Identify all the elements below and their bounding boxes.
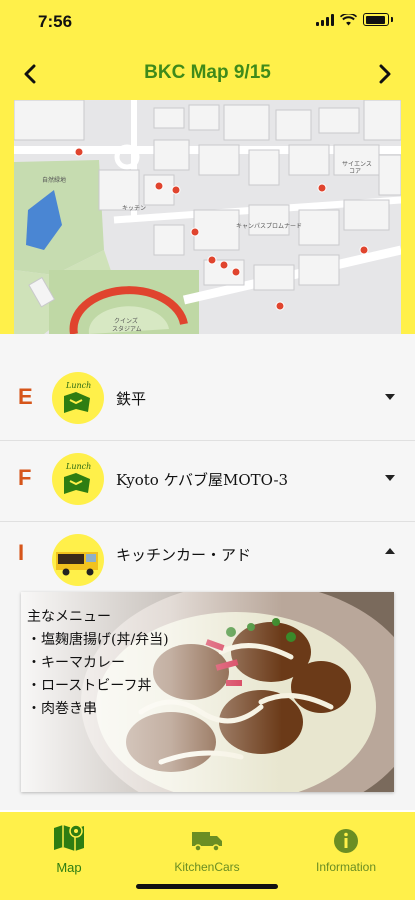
chevron-right-icon <box>379 64 391 84</box>
svg-text:スタジアム: スタジアム <box>112 325 142 333</box>
row-letter: I <box>18 540 25 565</box>
campus-map[interactable]: 自然緑地 キャンパスプロムナード クインズ スタジアム サイエンス コア キッチン <box>14 100 401 334</box>
tab-information[interactable]: Information <box>277 822 415 874</box>
list-item-e[interactable]: E Lunch 鉄平 <box>0 360 415 441</box>
kitchen-car-photo-icon <box>52 534 104 586</box>
lunch-logo-icon: Lunch <box>52 453 104 505</box>
info-icon <box>334 829 358 853</box>
shop-name: キッチンカー・アド <box>116 546 252 564</box>
map-drawing: 自然緑地 キャンパスプロムナード クインズスタジアム サイエンスコア キッチン <box>14 100 401 334</box>
shop-name: 鉄平 <box>116 390 147 408</box>
tab-map[interactable]: Map <box>0 822 138 875</box>
map-icon <box>54 824 84 851</box>
lunch-logo-icon: Lunch <box>52 372 104 424</box>
battery-icon <box>363 13 389 26</box>
tab-label: Map <box>56 860 82 875</box>
svg-text:Lunch: Lunch <box>65 462 91 471</box>
menu-heading: 主なメニュー <box>27 609 111 625</box>
chevron-down-icon[interactable] <box>385 394 395 400</box>
menu-item: ・肉巻き串 <box>27 701 97 717</box>
svg-text:キッチン: キッチン <box>122 205 146 212</box>
list-item-i[interactable]: I キッチンカー・アド <box>0 522 415 590</box>
menu-text: 主なメニュー ・塩麹唐揚げ(丼/弁当) ・キーマカレー ・ローストビーフ丼 ・肉… <box>27 606 169 721</box>
menu-item: ・塩麹唐揚げ(丼/弁当) <box>27 632 169 648</box>
truck-icon <box>192 832 222 852</box>
tab-label: Information <box>315 860 377 874</box>
top-bar: 7:56 BKC Map 9/15 <box>0 0 415 100</box>
shop-name: Kyoto ケバブ屋MOTO-3 <box>116 471 289 489</box>
status-icons <box>316 13 393 26</box>
home-indicator <box>136 884 278 889</box>
svg-text:コア: コア <box>349 168 361 175</box>
svg-text:サイエンス: サイエンス <box>342 161 372 168</box>
status-time: 7:56 <box>38 12 73 31</box>
chevron-up-icon[interactable] <box>385 548 395 554</box>
menu-photo-card: 主なメニュー ・塩麹唐揚げ(丼/弁当) ・キーマカレー ・ローストビーフ丼 ・肉… <box>21 592 394 792</box>
tab-label: KitchenCars <box>174 860 240 874</box>
signal-icon <box>316 13 334 26</box>
menu-item: ・ローストビーフ丼 <box>27 678 152 694</box>
menu-item: ・キーマカレー <box>27 655 125 671</box>
forward-button[interactable] <box>371 60 399 88</box>
row-letter: F <box>18 465 32 490</box>
svg-text:自然緑地: 自然緑地 <box>42 176 66 184</box>
list-item-f[interactable]: F Lunch Kyoto ケバブ屋MOTO-3 <box>0 441 415 522</box>
svg-text:クインズ: クインズ <box>114 317 138 325</box>
tab-kitchencars[interactable]: KitchenCars <box>138 822 276 874</box>
row-letter: E <box>18 384 33 409</box>
svg-text:キャンパスプロムナード: キャンパスプロムナード <box>236 223 302 230</box>
page-title: BKC Map 9/15 <box>144 62 271 83</box>
svg-text:Lunch: Lunch <box>65 381 91 390</box>
chevron-down-icon[interactable] <box>385 475 395 481</box>
wifi-icon <box>340 13 357 25</box>
